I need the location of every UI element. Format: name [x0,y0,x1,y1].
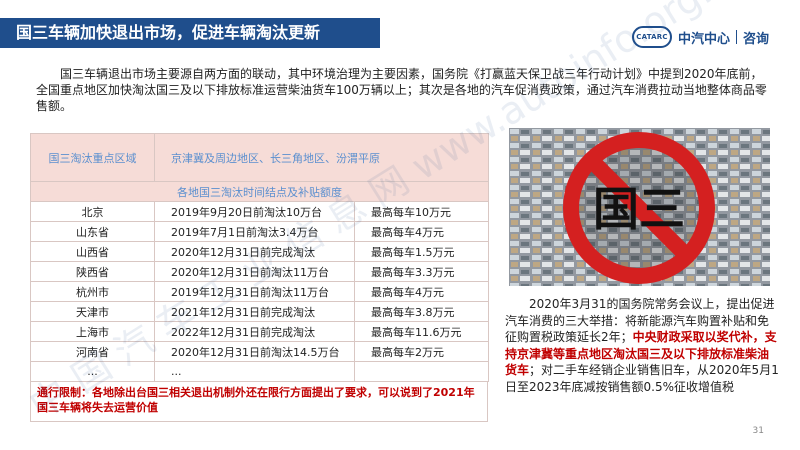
table-cell-region: 北京 [30,201,155,222]
policy-caption: 2020年3月31的国务院常务会议上，提出促进汽车消费的三大举措：将新能源汽车购… [505,296,780,395]
table-row: 山西省 2020年12月31日前完成淘汰 最高每车1.5万元 [30,241,489,262]
brand-logo: CATARC 中汽中心 咨询 [632,24,769,50]
table-cell-region: 河南省 [30,341,155,362]
table-cell-time: 2020年12月31日前淘汰11万台 [154,261,355,282]
logo-separator [736,30,738,44]
table-row: ...... [30,361,489,382]
table-body: 北京 2019年9月20日前淘汰10万台 最高每车10万元 山东省 2019年7月1日前… [30,201,489,382]
table-sub-head-row: 各地国三淘汰时间结点及补贴额度 [30,181,489,202]
table-cell-subsidy [354,361,489,382]
page-title: 国三车辆加快退出市场，促进车辆淘汰更新 [16,23,321,42]
table-cell-subsidy: 最高每车4万元 [354,221,489,242]
table-cell-time: 2021年12月31日前完成淘汰 [154,301,355,322]
table-row: 河南省 2020年12月31日前淘汰14.5万台 最高每车2万元 [30,341,489,362]
table-cell-time: 2020年12月31日前淘汰14.5万台 [154,341,355,362]
table-cell-subsidy: 最高每车2万元 [354,341,489,362]
slide: 国三车辆加快退出市场，促进车辆淘汰更新 CATARC 中汽中心 咨询 国三车辆退… [0,0,800,450]
table-row: 天津市 2021年12月31日前完成淘汰 最高每车3.8万元 [30,301,489,322]
phase-out-table: 国三淘汰重点区域 京津冀及周边地区、长三角地区、汾渭平原 各地国三淘汰时间结点及… [30,133,489,382]
table-cell-subsidy: 最高每车4万元 [354,281,489,302]
logo-badge-text: CATARC [636,33,668,41]
logo-sub: 咨询 [743,31,770,47]
table-row: 北京 2019年9月20日前淘汰10万台 最高每车10万元 [30,201,489,222]
phase-out-table-wrap: 国三淘汰重点区域 京津冀及周边地区、长三角地区、汾渭平原 各地国三淘汰时间结点及… [30,133,489,450]
table-head-row: 国三淘汰重点区域 京津冀及周边地区、长三角地区、汾渭平原 [30,133,489,182]
logo-name: 中汽中心 [678,31,731,47]
table-cell-region: 上海市 [30,321,155,342]
table-cell-subsidy: 最高每车3.8万元 [354,301,489,322]
table-footer-note: 通行限制：各地除出台国三相关退出机制外还在限行方面提出了要求，可以说到了2021… [30,382,488,422]
table-sub-head: 各地国三淘汰时间结点及补贴额度 [30,181,489,202]
no-guo3-photo: 国三 [509,128,770,286]
table-row: 上海市 2022年12月31日前完成淘汰 最高每车11.6万元 [30,321,489,342]
table-row: 杭州市 2019年12月31日前淘汰11万台 最高每车4万元 [30,281,489,302]
table-cell-subsidy: 最高每车10万元 [354,201,489,222]
table-row: 陕西省 2020年12月31日前淘汰11万台 最高每车3.3万元 [30,261,489,282]
catarc-logo-icon: CATARC [632,26,672,48]
table-row: 山东省 2019年7月1日前淘汰3.4万台 最高每车4万元 [30,221,489,242]
table-cell-subsidy: 最高每车1.5万元 [354,241,489,262]
table-cell-region: 山东省 [30,221,155,242]
table-cell-time: ... [154,361,355,382]
table-cell-time: 2020年12月31日前完成淘汰 [154,241,355,262]
table-cell-region: 天津市 [30,301,155,322]
table-cell-time: 2019年12月31日前淘汰11万台 [154,281,355,302]
table-cell-region: 杭州市 [30,281,155,302]
table-cell-subsidy: 最高每车11.6万元 [354,321,489,342]
table-cell-time: 2019年9月20日前淘汰10万台 [154,201,355,222]
intro-paragraph: 国三车辆退出市场主要源自两方面的联动，其中环境治理为主要因素，国务院《打赢蓝天保… [36,67,767,113]
table-head-label: 国三淘汰重点区域 [30,133,155,182]
table-cell-subsidy: 最高每车3.3万元 [354,261,489,282]
table-cell-region: 陕西省 [30,261,155,282]
page-number: 31 [752,426,764,436]
sign-text: 国三 [593,182,685,236]
table-cell-region: 山西省 [30,241,155,262]
table-head-value: 京津冀及周边地区、长三角地区、汾渭平原 [154,133,489,182]
table-cell-time: 2022年12月31日前完成淘汰 [154,321,355,342]
scrapyard-image: 国三 [509,128,770,286]
footer-text: ：各地除出台国三相关退出机制外还在限行方面提出了要求，可以说到了2021年国三车… [37,386,475,414]
footer-label: 通行限制 [37,386,81,399]
table-cell-region: ... [30,361,155,382]
table-cell-time: 2019年7月1日前淘汰3.4万台 [154,221,355,242]
title-bar: 国三车辆加快退出市场，促进车辆淘汰更新 [0,18,380,48]
caption-part2: ；对二手车经销企业销售旧车，从2020年5月1日至2023年底减按销售额0.5%… [505,363,779,394]
